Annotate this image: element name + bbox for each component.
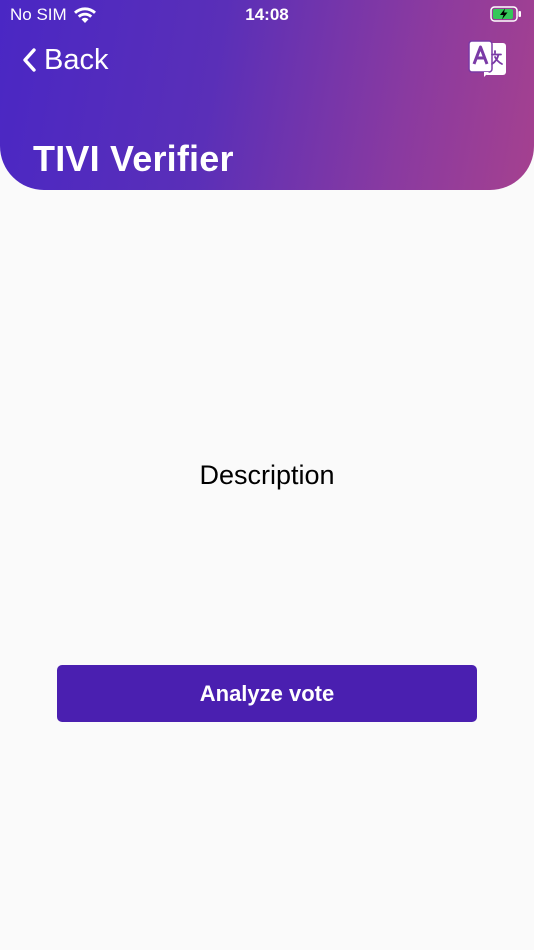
screen: No SIM 14:08 Back TIVI Verifier Descript… (0, 0, 534, 950)
battery-charging-icon (490, 6, 521, 22)
back-label: Back (44, 43, 109, 76)
page-title: TIVI Verifier (33, 138, 234, 179)
description-text: Description (199, 460, 335, 490)
analyze-vote-button[interactable]: Analyze vote (57, 665, 477, 722)
status-time: 14:08 (245, 5, 289, 24)
status-bar: No SIM 14:08 (0, 0, 534, 30)
chevron-left-icon (23, 48, 36, 72)
back-button[interactable]: Back (22, 40, 108, 80)
header: No SIM 14:08 Back TIVI Verifier (0, 0, 534, 190)
translate-icon[interactable] (468, 40, 508, 78)
